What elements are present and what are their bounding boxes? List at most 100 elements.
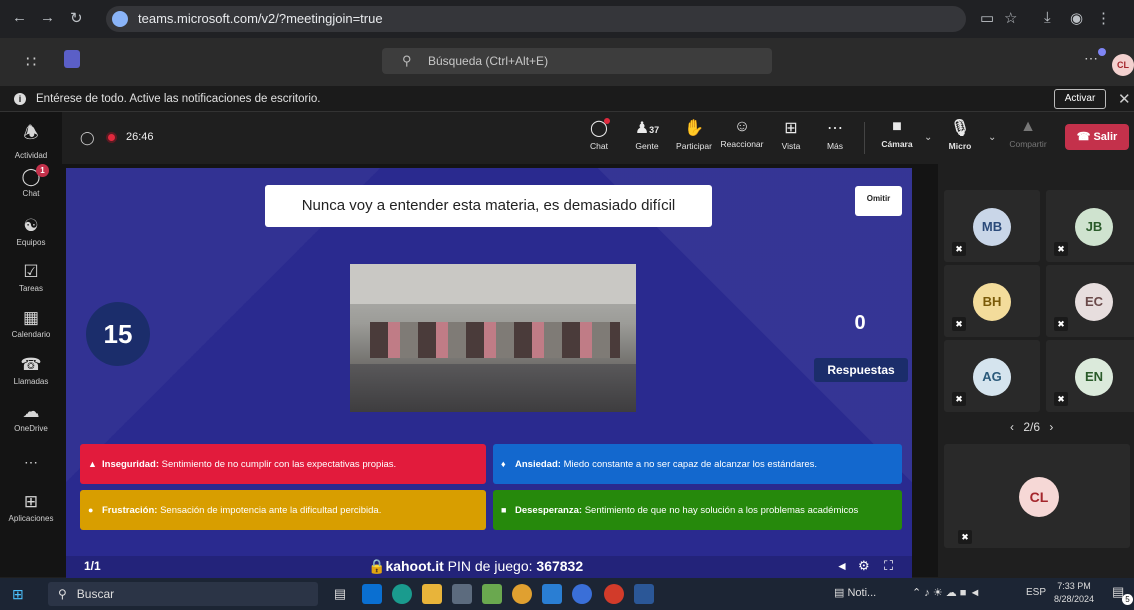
participant-tile[interactable]: EC ✖	[1046, 265, 1134, 337]
toolbar-view-button[interactable]: ⊞ Vista	[778, 118, 804, 151]
app-launcher-icon[interactable]: ∷	[26, 52, 36, 72]
rail-activity[interactable]: 🕭 Actividad	[0, 120, 62, 160]
participant-tile[interactable]: JB ✖	[1046, 190, 1134, 262]
reload-icon[interactable]: ↻	[70, 9, 83, 27]
add-apps-icon: ⊞	[23, 492, 39, 511]
share-label: Compartir	[1009, 139, 1047, 149]
mail-app-icon[interactable]	[362, 584, 382, 604]
rail-tasks[interactable]: ☑ Tareas	[0, 262, 62, 293]
taskbar-search[interactable]: ⚲ Buscar	[48, 582, 318, 606]
profile-icon[interactable]: ◉	[1070, 9, 1083, 27]
status-dot	[1098, 48, 1106, 56]
participant-tile[interactable]: AG ✖	[944, 340, 1040, 412]
participant-tile[interactable]: MB ✖	[944, 190, 1040, 262]
chrome-app-icon[interactable]	[512, 584, 532, 604]
search-placeholder: Búsqueda (Ctrl+Alt+E)	[428, 54, 549, 68]
rail-apps[interactable]: ⊞ Aplicaciones	[0, 492, 62, 523]
toolbar-raise-button[interactable]: ✋ Participar	[672, 118, 716, 151]
rail-more-icon[interactable]: ⋯	[0, 454, 62, 471]
back-icon[interactable]: ←	[12, 9, 27, 26]
app-icon[interactable]	[482, 584, 502, 604]
rail-onedrive[interactable]: ☁ OneDrive	[0, 402, 62, 433]
browser-menu-icon[interactable]: ⋮	[1096, 9, 1111, 27]
mic-off-icon: ✖	[952, 392, 966, 406]
rail-chat[interactable]: ◯ Chat	[0, 167, 62, 198]
user-avatar[interactable]: CL	[1112, 54, 1134, 76]
mic-chevron-icon[interactable]: ⌄	[988, 132, 996, 143]
pager-label: 2/6	[1023, 420, 1041, 434]
file-explorer-icon[interactable]	[422, 584, 442, 604]
pager-next-icon[interactable]: ›	[1049, 420, 1053, 434]
kahoot-site: kahoot.it	[385, 558, 444, 574]
camera-off-icon: ■	[892, 118, 902, 135]
phone-hangup-icon: ☎	[1076, 131, 1094, 143]
toolbar-react-button[interactable]: ☺ Reaccionar	[718, 118, 766, 149]
participant-avatar: MB	[973, 208, 1011, 246]
address-bar[interactable]: teams.microsoft.com/v2/?meetingjoin=true	[106, 6, 966, 32]
edge-app-icon[interactable]	[392, 584, 412, 604]
search-input[interactable]: ⚲ Búsqueda (Ctrl+Alt+E)	[382, 48, 772, 74]
camera-label: Cámara	[881, 139, 913, 149]
participant-tile[interactable]: BH ✖	[944, 265, 1040, 337]
app-icon[interactable]	[452, 584, 472, 604]
fullscreen-icon[interactable]: ⛶	[884, 558, 893, 574]
clock[interactable]: 7:33 PM 8/28/2024	[1050, 580, 1098, 606]
participant-avatar: EC	[1075, 283, 1113, 321]
question-counter: 1/1	[84, 559, 101, 573]
leave-button[interactable]: ☎ Salir	[1065, 124, 1129, 150]
chrome-active-icon[interactable]	[604, 584, 624, 604]
rail-teams[interactable]: ☯ Equipos	[0, 216, 62, 247]
word-app-icon[interactable]	[634, 584, 654, 604]
answer-option-blue[interactable]: ♦ Ansiedad: Miedo constante a no ser cap…	[493, 444, 902, 484]
mic-off-icon: ✖	[952, 242, 966, 256]
url-text: teams.microsoft.com/v2/?meetingjoin=true	[138, 11, 383, 26]
share-button[interactable]: ▲ Compartir	[1006, 118, 1050, 149]
vscode-app-icon[interactable]	[542, 584, 562, 604]
answer-option-red[interactable]: ▲ Inseguridad: Sentimiento de no cumplir…	[80, 444, 486, 484]
forward-icon[interactable]: →	[40, 9, 55, 26]
toolbar-people-button[interactable]: ♟37 Gente	[630, 118, 664, 151]
mic-button[interactable]: 🎙 Micro	[946, 118, 974, 151]
camera-button[interactable]: ■ Cámara	[880, 118, 914, 149]
participant-tile[interactable]: EN ✖	[1046, 340, 1134, 412]
answer-2-text: Miedo constante a no ser capaz de alcanz…	[563, 458, 818, 470]
windows-start-icon[interactable]: ⊞	[12, 586, 24, 603]
notification-text: Entérese de todo. Active las notificacio…	[36, 93, 321, 105]
skip-button[interactable]: Omitir	[855, 186, 902, 216]
mic-off-icon: ✖	[958, 530, 972, 544]
system-tray-icons[interactable]: ⌃ ♪ ☀ ☁ ■ ◄	[912, 586, 980, 599]
news-widget[interactable]: ▤ Noti...	[834, 586, 876, 599]
settings-more-icon[interactable]: ⋯	[1084, 50, 1098, 67]
copilot-app-icon[interactable]	[572, 584, 592, 604]
rail-calls[interactable]: ☎ Llamadas	[0, 355, 62, 386]
camera-chevron-icon[interactable]: ⌄	[924, 132, 932, 143]
self-view-tile[interactable]: CL ✖	[944, 444, 1130, 548]
site-info-icon[interactable]	[112, 11, 128, 27]
notification-count: 5	[1122, 594, 1133, 605]
pager-prev-icon[interactable]: ‹	[1010, 420, 1014, 434]
answer-option-yellow[interactable]: ● Frustración: Sensación de impotencia a…	[80, 490, 486, 530]
people-count: 37	[649, 125, 660, 135]
toolbar-view-label: Vista	[781, 141, 801, 151]
rail-activity-label: Actividad	[14, 151, 48, 160]
teams-icon: ☯	[23, 216, 39, 235]
activate-notifications-button[interactable]: Activar	[1054, 89, 1106, 109]
star-icon[interactable]: ☆	[1004, 9, 1017, 27]
answer-4-label: Desesperanza:	[515, 504, 583, 516]
download-icon[interactable]: ⤓	[1044, 9, 1051, 26]
toolbar-more-button[interactable]: ⋯ Más	[822, 118, 848, 151]
settings-icon[interactable]: ⚙	[858, 558, 870, 574]
notification-bar: i Entérese de todo. Active las notificac…	[0, 86, 1134, 112]
pin-info: 🔒kahoot.it PIN de juego: 367832	[368, 558, 583, 575]
rail-calendar[interactable]: ▦ Calendario	[0, 308, 62, 339]
mic-off-icon: ✖	[1054, 242, 1068, 256]
close-notification-icon[interactable]: ✕	[1118, 90, 1131, 108]
volume-icon[interactable]: ◄	[836, 559, 848, 573]
people-icon: ♟37	[634, 120, 660, 137]
cast-icon[interactable]: ▭	[980, 9, 994, 27]
participant-avatar: JB	[1075, 208, 1113, 246]
answer-option-green[interactable]: ■ Desesperanza: Sentimiento de que no ha…	[493, 490, 902, 530]
answer-1-text: Sentimiento de no cumplir con las expect…	[161, 458, 397, 470]
task-view-icon[interactable]: ▤	[330, 584, 350, 604]
language-indicator[interactable]: ESP	[1026, 587, 1046, 598]
